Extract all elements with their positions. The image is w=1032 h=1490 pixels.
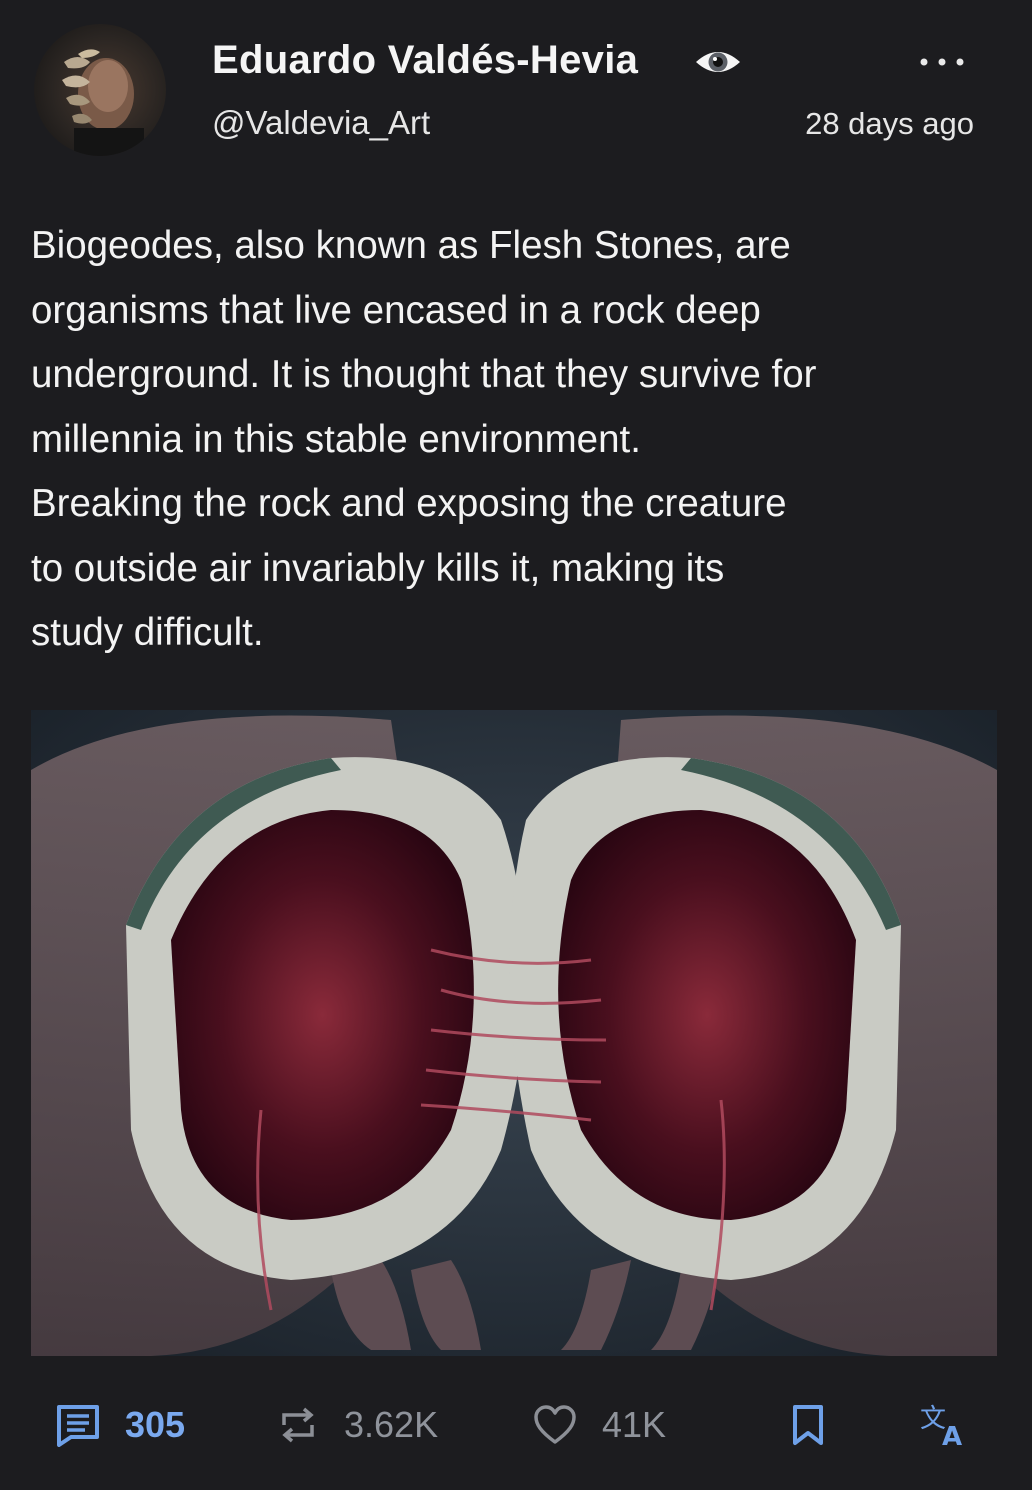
post-text-line: millennia in this stable environment.	[31, 417, 641, 461]
like-button[interactable]: 41K	[532, 1385, 666, 1465]
eye-icon	[696, 52, 740, 72]
bookmark-icon	[793, 1405, 823, 1445]
reply-button[interactable]: 305	[55, 1385, 185, 1465]
translate-icon: 文 A	[920, 1404, 962, 1449]
post-text-line: Biogeodes, also known as Flesh Stones, a…	[31, 224, 791, 267]
repost-button[interactable]: 3.62K	[276, 1385, 438, 1465]
post-text: Biogeodes, also known as Flesh Stones, a…	[31, 214, 1006, 666]
post-timestamp[interactable]: 28 days ago	[805, 106, 974, 142]
repost-count: 3.62K	[344, 1404, 439, 1445]
bookmark-button[interactable]	[790, 1385, 826, 1465]
like-count: 41K	[602, 1404, 667, 1445]
avatar[interactable]	[34, 24, 166, 156]
post-image[interactable]	[31, 710, 997, 1356]
reply-count: 305	[125, 1404, 186, 1445]
post-text-line: organisms that live encased in a rock de…	[31, 288, 761, 332]
post-text-line: to outside air invariably kills it, maki…	[31, 546, 725, 590]
post-card: Eduardo Valdés-Hevia @Valdevia_Art 28 da…	[0, 0, 1032, 1490]
more-icon[interactable]	[917, 50, 967, 74]
post-text-line: Breaking the rock and exposing the creat…	[31, 482, 787, 525]
author-display-name[interactable]: Eduardo Valdés-Hevia	[212, 38, 638, 83]
post-text-line: study difficult.	[31, 611, 264, 654]
action-bar: 305 3.62K 41K 文 A	[0, 1385, 1032, 1465]
repost-icon	[282, 1407, 314, 1443]
author-handle[interactable]: @Valdevia_Art	[212, 104, 430, 142]
translate-button[interactable]: 文 A	[918, 1385, 970, 1465]
svg-text:A: A	[942, 1422, 962, 1449]
comment-icon	[57, 1405, 99, 1447]
heart-icon	[534, 1405, 576, 1444]
flesh-stone-image	[31, 710, 997, 1356]
avatar-image	[62, 49, 144, 156]
post-text-line: underground. It is thought that they sur…	[31, 353, 817, 396]
